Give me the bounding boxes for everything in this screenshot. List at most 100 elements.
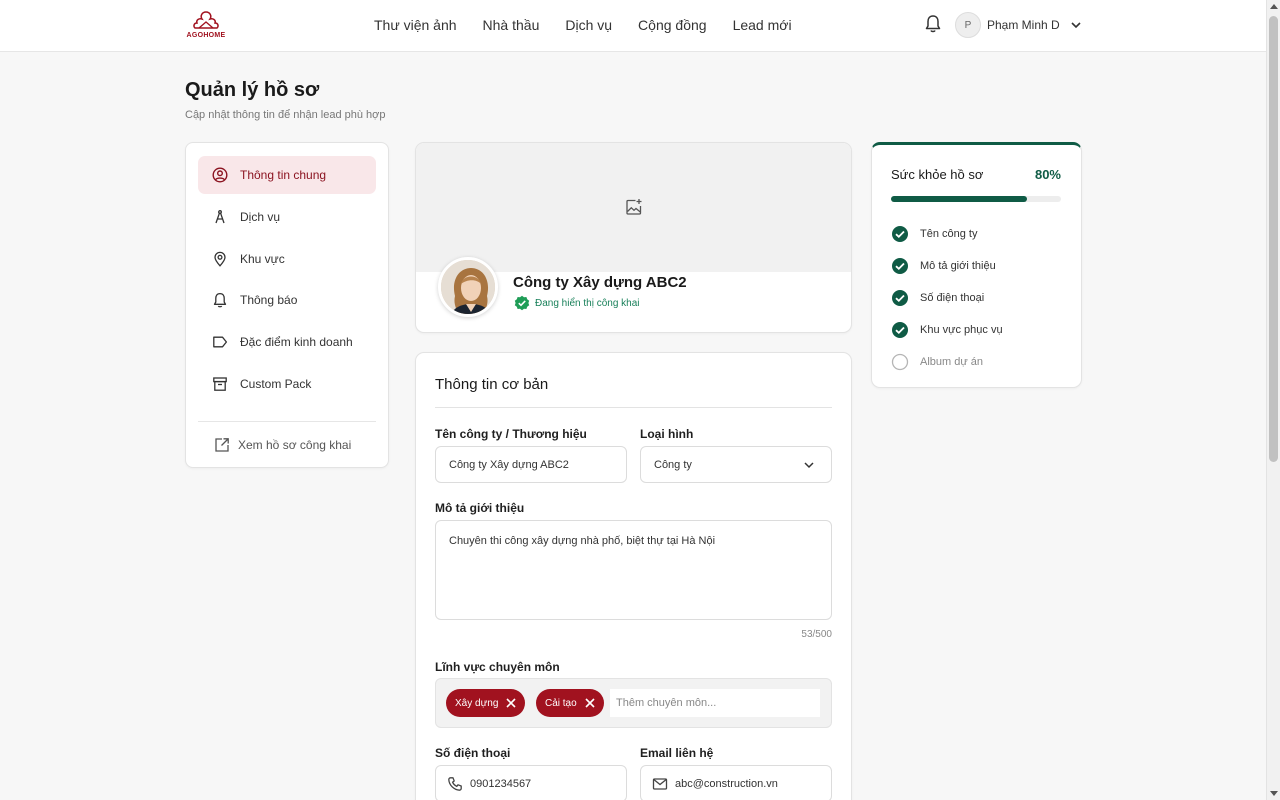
check-circle-icon [892, 226, 908, 242]
description-label: Mô tả giới thiệu [435, 501, 525, 515]
form-title: Thông tin cơ bản [435, 376, 549, 393]
sidebar-item-thong-bao[interactable]: Thông báo [198, 281, 376, 319]
top-navigation-bar: AGOHOME Thư viện ảnh Nhà thầu Dịch vụ Cộ… [0, 0, 1266, 52]
add-specialty-input[interactable]: Thêm chuyên môn... [610, 689, 820, 717]
cover-image-upload[interactable] [416, 143, 851, 272]
add-image-icon [626, 199, 642, 215]
page-subtitle: Cập nhật thông tin để nhận lead phù hợp [185, 109, 386, 121]
nav-item-thu-vien-anh[interactable]: Thư viện ảnh [374, 17, 457, 33]
business-type-select[interactable]: Công ty [640, 446, 832, 483]
check-circle-icon [892, 258, 908, 274]
logo-mark-icon [193, 11, 219, 29]
phone-value: 0901234567 [470, 777, 532, 790]
profile-portrait [441, 260, 495, 314]
business-type-label: Loại hình [640, 427, 694, 441]
external-link-icon [215, 438, 229, 452]
sidebar-item-label: Thông báo [240, 293, 298, 307]
user-name: Phạm Minh D [987, 18, 1060, 32]
tag-icon [213, 336, 228, 348]
sidebar-item-label: Đặc điểm kinh doanh [240, 335, 353, 349]
health-check-item: Album dự án [891, 353, 983, 371]
bell-icon [213, 292, 227, 308]
user-circle-icon [212, 167, 228, 183]
email-value: abc@construction.vn [675, 777, 778, 790]
chevron-down-icon [1071, 22, 1081, 29]
phone-input[interactable]: 0901234567 [435, 765, 627, 800]
profile-header-card: Công ty Xây dựng ABC2 Đang hiển thị công… [415, 142, 852, 333]
vertical-scrollbar[interactable] [1266, 0, 1280, 800]
basic-info-form: Thông tin cơ bản Tên công ty / Thương hi… [415, 352, 852, 800]
sidebar-divider [198, 421, 376, 422]
health-check-item: Tên công ty [891, 225, 977, 243]
view-public-profile-label: Xem hồ sơ công khai [238, 438, 352, 452]
scroll-thumb[interactable] [1269, 16, 1278, 462]
avatar: P [955, 12, 981, 38]
sidebar-item-thong-tin-chung[interactable]: Thông tin chung [198, 156, 376, 194]
phone-label: Số điện thoại [435, 746, 511, 760]
remove-tag-icon[interactable] [505, 697, 517, 709]
scroll-up-arrow-icon[interactable] [1270, 4, 1278, 9]
email-input[interactable]: abc@construction.vn [640, 765, 832, 800]
remove-tag-icon[interactable] [584, 697, 596, 709]
mail-icon [652, 777, 668, 790]
chevron-down-icon [804, 462, 814, 469]
sidebar-item-label: Khu vực [240, 252, 285, 266]
sidebar-item-custom-pack[interactable]: Custom Pack [198, 365, 376, 403]
verified-badge-icon [514, 295, 530, 311]
company-name-label: Tên công ty / Thương hiệu [435, 427, 587, 441]
sidebar-item-dich-vu[interactable]: Dịch vụ [198, 198, 376, 236]
scroll-down-arrow-icon[interactable] [1270, 791, 1278, 796]
specialty-tag-label: Xây dựng [455, 697, 499, 709]
archive-icon [213, 377, 227, 391]
agohome-logo[interactable]: AGOHOME [184, 10, 228, 42]
compass-tool-icon [215, 210, 225, 224]
logo-text: AGOHOME [186, 32, 226, 39]
health-check-label: Mô tả giới thiệu [920, 260, 996, 272]
view-public-profile-link[interactable]: Xem hồ sơ công khai [214, 437, 351, 453]
health-progress-fill [891, 196, 1027, 202]
specialty-tag[interactable]: Cải tạo [536, 689, 604, 717]
nav-item-lead-moi[interactable]: Lead mới [733, 17, 792, 33]
sidebar-item-label: Thông tin chung [240, 168, 327, 182]
business-type-value: Công ty [654, 458, 692, 471]
public-status-label: Đang hiển thị công khai [535, 297, 640, 309]
main-nav: Thư viện ảnh Nhà thầu Dịch vụ Cộng đồng … [374, 17, 818, 33]
specialty-tag[interactable]: Xây dựng [446, 689, 526, 717]
nav-item-cong-dong[interactable]: Cộng đồng [638, 17, 707, 33]
phone-icon [448, 776, 462, 791]
nav-item-dich-vu[interactable]: Dịch vụ [565, 17, 612, 33]
profile-health-card: Sức khỏe hồ sơ 80% Tên công ty Mô tả giới… [871, 142, 1082, 388]
description-textarea[interactable]: Chuyên thi công xây dựng nhà phố, biệt t… [435, 520, 832, 620]
health-title: Sức khỏe hồ sơ [891, 167, 984, 182]
description-counter: 53/500 [801, 629, 832, 640]
sidebar-item-label: Dịch vụ [240, 210, 281, 224]
health-check-item: Số điện thoại [891, 289, 984, 307]
email-label: Email liên hệ [640, 746, 714, 760]
public-status: Đang hiển thị công khai [514, 295, 640, 311]
empty-circle-icon [891, 353, 909, 371]
health-check-label: Album dự án [920, 356, 984, 368]
health-check-label: Số điện thoại [920, 292, 985, 304]
user-menu[interactable]: P Phạm Minh D [955, 12, 1082, 38]
nav-item-nha-thau[interactable]: Nhà thầu [483, 17, 540, 33]
company-name-input[interactable]: Công ty Xây dựng ABC2 [435, 446, 627, 483]
check-circle-icon [892, 290, 908, 306]
specialty-tag-label: Cải tạo [545, 697, 577, 709]
form-divider [435, 407, 832, 408]
specialty-tag-input[interactable]: Xây dựng Cải tạo Thêm chuyên môn... [435, 678, 832, 728]
profile-sidebar: Thông tin chung Dịch vụ Khu vực Thông bá… [185, 142, 389, 468]
health-check-item: Khu vực phục vụ [891, 321, 1003, 339]
company-name: Công ty Xây dựng ABC2 [513, 274, 687, 291]
sidebar-item-label: Custom Pack [240, 377, 312, 391]
health-check-item: Mô tả giới thiệu [891, 257, 996, 275]
health-check-label: Khu vực phục vụ [920, 324, 1003, 336]
sidebar-item-dac-diem-kinh-doanh[interactable]: Đặc điểm kinh doanh [198, 323, 376, 361]
sidebar-item-khu-vuc[interactable]: Khu vực [198, 240, 376, 278]
health-percent: 80% [1034, 167, 1061, 182]
health-check-label: Tên công ty [920, 228, 978, 240]
check-circle-icon [892, 322, 908, 338]
profile-photo[interactable] [438, 257, 498, 317]
specialty-label: Lĩnh vực chuyên môn [435, 660, 560, 674]
notification-bell-icon[interactable] [924, 14, 942, 34]
page-title: Quản lý hồ sơ [185, 79, 320, 101]
